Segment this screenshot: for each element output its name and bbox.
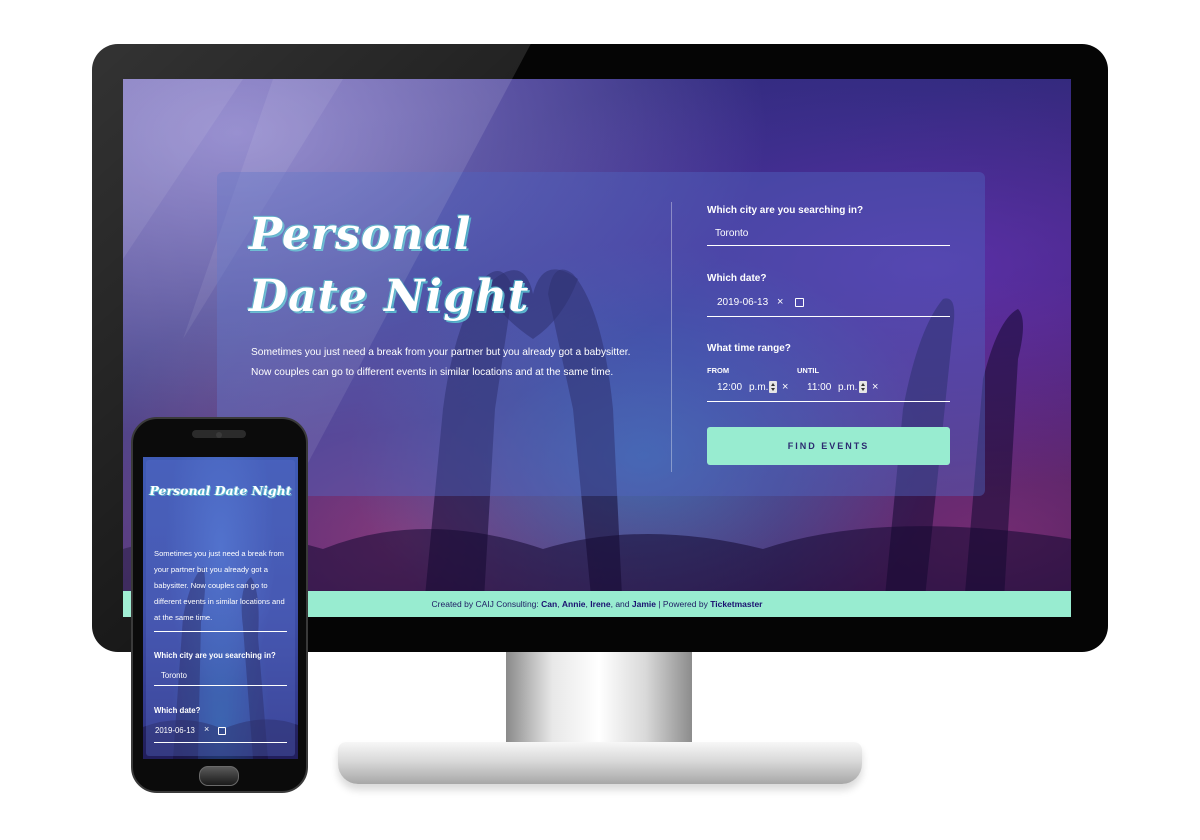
footer-sep: , and — [610, 599, 632, 609]
until-label: UNTIL — [797, 366, 820, 375]
from-time-input[interactable]: 12:00 — [717, 382, 742, 393]
from-label: FROM — [707, 366, 730, 375]
mobile-hero-title: Personal Date Night — [149, 483, 292, 498]
search-card: Personal Date Night Sometimes you just n… — [217, 172, 985, 496]
mobile-date-input[interactable]: 2019-06-13 — [155, 726, 195, 735]
mockup-stage: Personal Date Night Sometimes you just n… — [0, 0, 1200, 840]
phone-camera — [216, 432, 222, 438]
find-events-button[interactable]: FIND EVENTS — [707, 427, 950, 465]
date-input[interactable]: 2019-06-13 — [717, 297, 768, 308]
phone-home-button — [199, 766, 239, 786]
hero-description: Sometimes you just need a break from you… — [251, 347, 631, 378]
from-period[interactable]: p.m. — [749, 382, 768, 393]
card-divider — [671, 202, 672, 472]
mobile-date-underline — [154, 742, 287, 743]
city-label: Which city are you searching in? — [707, 205, 864, 216]
until-clear-icon[interactable]: × — [872, 381, 878, 393]
footer-link-jamie[interactable]: Jamie — [632, 599, 656, 609]
footer-sep: | Powered by — [656, 599, 711, 609]
footer-link-ticketmaster[interactable]: Ticketmaster — [710, 599, 762, 609]
mobile-hero-description: Sometimes you just need a break from you… — [154, 549, 285, 622]
mobile-date-label: Which date? — [154, 706, 201, 715]
mobile-date-clear-icon[interactable]: × — [204, 724, 209, 734]
date-clear-icon[interactable]: × — [777, 296, 783, 308]
mobile-screen: Personal Date Night Sometimes you just n… — [143, 457, 298, 759]
mobile-city-input[interactable]: Toronto — [161, 671, 187, 680]
time-range-underline — [707, 401, 950, 402]
date-input-underline — [707, 316, 950, 317]
footer-prefix: Created by CAIJ Consulting: — [431, 599, 542, 609]
hero-title: Personal Date Night — [249, 204, 569, 328]
until-time-input[interactable]: 11:00 — [807, 382, 831, 393]
hero-title-line2: Date Night — [249, 271, 530, 322]
monitor-stand-neck — [506, 652, 692, 756]
date-label: Which date? — [707, 273, 767, 284]
from-spinner-icon[interactable] — [769, 381, 777, 393]
from-clear-icon[interactable]: × — [782, 381, 788, 393]
mobile-divider — [154, 631, 287, 632]
until-period[interactable]: p.m. — [838, 382, 857, 393]
footer-link-annie[interactable]: Annie — [562, 599, 586, 609]
mobile-calendar-icon[interactable] — [218, 727, 226, 735]
city-input-underline — [707, 245, 950, 246]
calendar-icon[interactable] — [795, 298, 804, 307]
footer-link-can[interactable]: Can — [541, 599, 557, 609]
mobile-search-card: Personal Date Night Sometimes you just n… — [146, 460, 295, 756]
time-range-label: What time range? — [707, 343, 791, 354]
monitor-stand-base — [338, 742, 862, 784]
city-input[interactable]: Toronto — [715, 228, 748, 239]
mobile-city-label: Which city are you searching in? — [154, 651, 276, 660]
until-spinner-icon[interactable] — [859, 381, 867, 393]
hero-title-line1: Personal — [249, 209, 472, 260]
mobile-city-underline — [154, 685, 287, 686]
footer-link-irene[interactable]: Irene — [590, 599, 610, 609]
